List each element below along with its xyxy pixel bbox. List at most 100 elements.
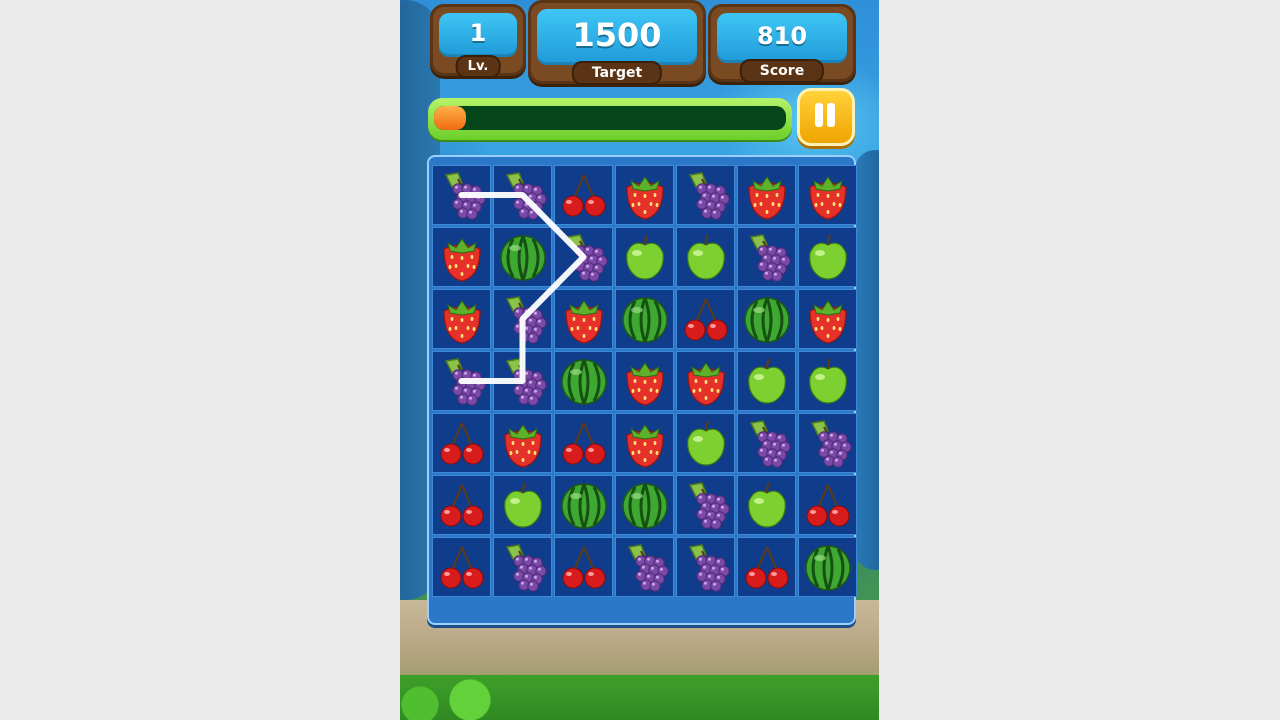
cherry-icon <box>558 417 610 469</box>
grape-icon <box>497 169 549 221</box>
strawberry-icon <box>436 293 488 345</box>
board-cell[interactable] <box>737 413 796 473</box>
board-cell[interactable] <box>737 165 796 225</box>
grape-icon <box>680 541 732 593</box>
grape-icon <box>680 169 732 221</box>
grape-icon <box>802 417 854 469</box>
target-label: Target <box>571 61 663 85</box>
watermelon-icon <box>619 479 671 531</box>
level-label: Lv. <box>455 55 501 78</box>
pause-button[interactable] <box>797 88 855 146</box>
board-cell[interactable] <box>615 413 674 473</box>
grape-icon <box>497 293 549 345</box>
board-cell[interactable] <box>493 165 552 225</box>
grape-icon <box>436 355 488 407</box>
board-cell[interactable] <box>798 413 857 473</box>
board-cell[interactable] <box>554 289 613 349</box>
board-cell[interactable] <box>432 165 491 225</box>
board-cell[interactable] <box>737 475 796 535</box>
board-cell[interactable] <box>676 289 735 349</box>
watermelon-icon <box>558 479 610 531</box>
board-cell[interactable] <box>676 227 735 287</box>
board-cell[interactable] <box>493 537 552 597</box>
grape-icon <box>497 541 549 593</box>
grape-icon <box>497 355 549 407</box>
apple-icon <box>680 417 732 469</box>
apple-icon <box>741 355 793 407</box>
board-cell[interactable] <box>676 413 735 473</box>
strawberry-icon <box>436 231 488 283</box>
apple-icon <box>802 231 854 283</box>
board-cell[interactable] <box>737 227 796 287</box>
grape-icon <box>436 169 488 221</box>
score-label: Score <box>739 59 825 83</box>
grape-icon <box>680 479 732 531</box>
board-cell[interactable] <box>432 475 491 535</box>
cherry-icon <box>558 541 610 593</box>
board-cell[interactable] <box>798 289 857 349</box>
apple-icon <box>802 355 854 407</box>
score-value: 810 <box>756 22 808 50</box>
board-cell[interactable] <box>493 227 552 287</box>
board-cell[interactable] <box>798 227 857 287</box>
strawberry-icon <box>497 417 549 469</box>
cherry-icon <box>436 417 488 469</box>
board-cell[interactable] <box>493 413 552 473</box>
board-cell[interactable] <box>798 351 857 411</box>
cherry-icon <box>436 541 488 593</box>
board-cell[interactable] <box>493 475 552 535</box>
board-cell[interactable] <box>676 165 735 225</box>
board-cell[interactable] <box>432 289 491 349</box>
strawberry-icon <box>802 293 854 345</box>
board-cell[interactable] <box>554 351 613 411</box>
board-cell[interactable] <box>432 227 491 287</box>
strawberry-icon <box>619 355 671 407</box>
score-progress-bar <box>428 98 792 140</box>
grape-icon <box>741 417 793 469</box>
board-cell[interactable] <box>676 351 735 411</box>
board-cell[interactable] <box>615 351 674 411</box>
board-cell[interactable] <box>554 413 613 473</box>
strawberry-icon <box>802 169 854 221</box>
game-screen: 1 Lv. 1500 Target 810 Score <box>400 0 879 720</box>
target-panel: 1500 Target <box>528 0 706 85</box>
tree-trunk-right <box>855 150 879 570</box>
board-cell[interactable] <box>432 351 491 411</box>
board-cell[interactable] <box>432 413 491 473</box>
board-cell[interactable] <box>493 289 552 349</box>
board-cell[interactable] <box>615 537 674 597</box>
apple-icon <box>741 479 793 531</box>
board-cell[interactable] <box>432 537 491 597</box>
board-cell[interactable] <box>615 475 674 535</box>
board-cell[interactable] <box>554 537 613 597</box>
pause-icon-bar-right <box>827 103 835 127</box>
strawberry-icon <box>619 169 671 221</box>
board-cell[interactable] <box>493 351 552 411</box>
board-cell[interactable] <box>676 475 735 535</box>
board-cell[interactable] <box>554 227 613 287</box>
grass <box>400 675 879 720</box>
board-cell[interactable] <box>737 537 796 597</box>
level-value: 1 <box>469 19 487 47</box>
grape-icon <box>558 231 610 283</box>
board-cell[interactable] <box>737 351 796 411</box>
board-cell[interactable] <box>798 165 857 225</box>
board-cell[interactable] <box>615 165 674 225</box>
strawberry-icon <box>741 169 793 221</box>
watermelon-icon <box>558 355 610 407</box>
apple-icon <box>497 479 549 531</box>
board-cell[interactable] <box>737 289 796 349</box>
strawberry-icon <box>619 417 671 469</box>
board-cell[interactable] <box>554 475 613 535</box>
board-cell[interactable] <box>798 537 857 597</box>
cherry-icon <box>436 479 488 531</box>
board-cell[interactable] <box>554 165 613 225</box>
board-cell[interactable] <box>615 227 674 287</box>
watermelon-icon <box>497 231 549 283</box>
board-cell[interactable] <box>615 289 674 349</box>
board-cell[interactable] <box>676 537 735 597</box>
progress-fill <box>434 106 466 130</box>
apple-icon <box>680 231 732 283</box>
watermelon-icon <box>802 541 854 593</box>
board-cell[interactable] <box>798 475 857 535</box>
